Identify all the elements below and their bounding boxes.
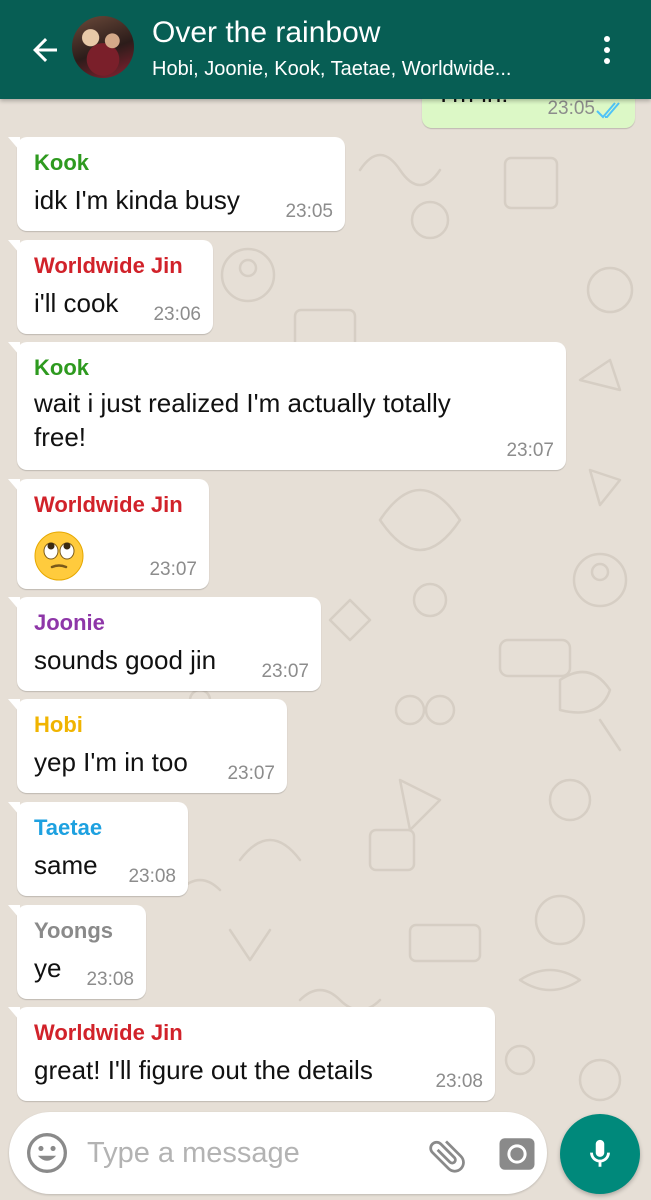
message-incoming[interactable]: Taetae same 23:08 — [8, 802, 188, 896]
message-incoming[interactable]: Yoongs ye 23:08 — [8, 905, 146, 999]
message-time: 23:05 — [547, 98, 595, 119]
more-vertical-dot — [604, 47, 610, 53]
message-sender: Hobi — [34, 712, 83, 737]
message-incoming[interactable]: Joonie sounds good jin 23:07 — [8, 597, 321, 691]
attach-button[interactable] — [425, 1134, 469, 1178]
message-sender: Yoongs — [34, 918, 114, 943]
group-avatar[interactable] — [72, 16, 134, 78]
camera-button[interactable] — [496, 1133, 540, 1177]
message-sender: Worldwide Jin — [34, 492, 183, 517]
message-time: 23:05 — [285, 201, 333, 222]
message-sender: Joonie — [34, 610, 105, 635]
message-incoming[interactable]: Kook idk I'm kinda busy 23:05 — [8, 137, 345, 231]
more-vertical-icon — [604, 36, 610, 42]
face-with-rolling-eyes-icon — [34, 531, 84, 581]
message-time: 23:07 — [261, 661, 309, 682]
read-receipt-icon — [596, 102, 620, 119]
group-members: Hobi, Joonie, Kook, Taetae, Worldwide... — [152, 58, 512, 80]
message-time: 23:08 — [435, 1071, 483, 1092]
message-time: 23:06 — [153, 304, 201, 325]
message-composer — [9, 1112, 547, 1194]
message-time: 23:08 — [86, 969, 134, 990]
paperclip-icon — [429, 1140, 465, 1173]
group-title: Over the rainbow — [152, 16, 381, 49]
message-sender: Kook — [34, 150, 89, 175]
message-text: great! I'll figure out the details — [34, 1055, 373, 1085]
message-time: 23:08 — [128, 866, 176, 887]
back-button[interactable] — [22, 28, 68, 72]
message-sender: Taetae — [34, 815, 103, 840]
group-info[interactable]: Over the rainbow Hobi, Joonie, Kook, Tae… — [152, 14, 592, 82]
voice-message-button[interactable] — [560, 1114, 640, 1194]
message-incoming[interactable]: Hobi yep I'm in too 23:07 — [8, 699, 287, 793]
more-vertical-dot — [604, 58, 610, 64]
message-input[interactable] — [87, 1132, 407, 1174]
message-incoming[interactable]: Kook wait i just realized I'm actually t… — [8, 342, 566, 470]
chat-header: Over the rainbow Hobi, Joonie, Kook, Tae… — [0, 0, 651, 99]
message-incoming[interactable]: Worldwide Jin i'll cook 23:06 — [8, 240, 213, 334]
more-options-button[interactable] — [590, 28, 624, 72]
arrow-left-icon — [33, 38, 57, 62]
camera-icon — [499, 1138, 535, 1170]
message-time: 23:07 — [506, 440, 554, 461]
emoji-button[interactable] — [25, 1131, 69, 1175]
microphone-icon — [590, 1139, 610, 1167]
smiley-icon — [27, 1133, 67, 1173]
message-text: wait i just realized I'm actually totall… — [34, 388, 451, 452]
message-sender: Kook — [34, 355, 89, 380]
message-sender: Worldwide Jin — [34, 1020, 183, 1045]
message-sender: Worldwide Jin — [34, 253, 183, 278]
message-incoming[interactable]: Worldwide Jin 23:07 — [8, 479, 209, 589]
message-time: 23:07 — [149, 559, 197, 580]
message-time: 23:07 — [227, 763, 275, 784]
message-incoming[interactable]: Worldwide Jin great! I'll figure out the… — [8, 1007, 495, 1101]
